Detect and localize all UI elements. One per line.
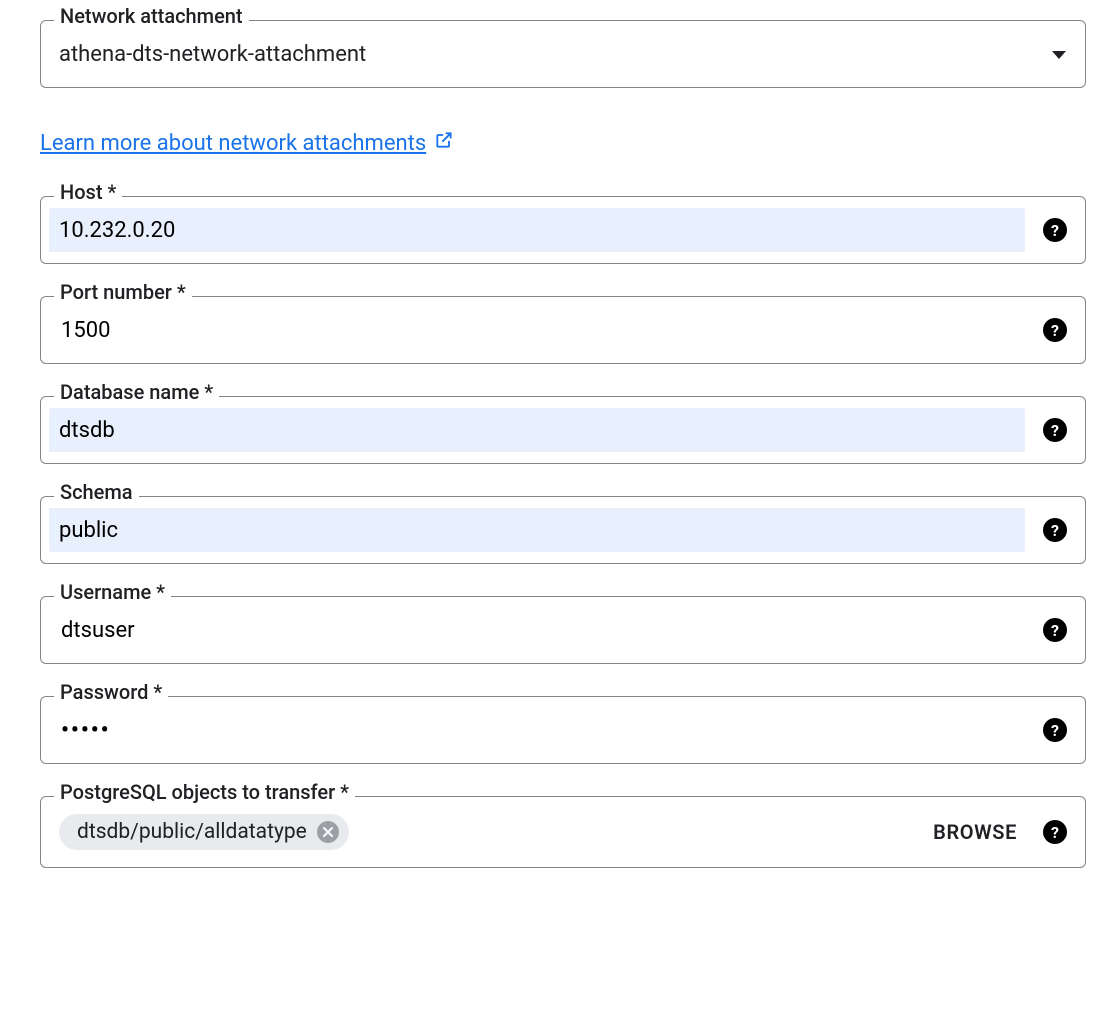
port-label: Port number *	[54, 282, 192, 302]
help-icon[interactable]: ?	[1043, 820, 1067, 844]
help-icon[interactable]: ?	[1043, 718, 1067, 742]
learn-more-text: Learn more about network attachments	[40, 131, 426, 156]
network-attachment-value: athena-dts-network-attachment	[59, 42, 1051, 67]
host-field: Host * ?	[40, 196, 1086, 264]
password-input[interactable]	[59, 717, 1031, 744]
database-input[interactable]	[49, 408, 1025, 452]
password-label: Password *	[54, 682, 168, 702]
network-attachment-select[interactable]: athena-dts-network-attachment	[40, 20, 1086, 88]
host-input[interactable]	[49, 208, 1025, 252]
objects-field: PostgreSQL objects to transfer * dtsdb/p…	[40, 796, 1086, 868]
help-icon[interactable]: ?	[1043, 418, 1067, 442]
password-field: Password * ?	[40, 696, 1086, 764]
schema-label: Schema	[54, 482, 139, 502]
host-label: Host *	[54, 182, 122, 202]
objects-label: PostgreSQL objects to transfer *	[54, 782, 355, 802]
port-input[interactable]	[59, 317, 1031, 344]
schema-input[interactable]	[49, 508, 1025, 552]
database-label: Database name *	[54, 382, 219, 402]
username-input[interactable]	[59, 617, 1031, 644]
schema-field: Schema ?	[40, 496, 1086, 564]
browse-button[interactable]: BROWSE	[933, 820, 1017, 844]
help-icon[interactable]: ?	[1043, 318, 1067, 342]
database-field: Database name * ?	[40, 396, 1086, 464]
help-icon[interactable]: ?	[1043, 218, 1067, 242]
help-icon[interactable]: ?	[1043, 518, 1067, 542]
network-attachment-field: Network attachment athena-dts-network-at…	[40, 20, 1086, 88]
username-label: Username *	[54, 582, 171, 602]
port-field: Port number * ?	[40, 296, 1086, 364]
close-icon[interactable]	[317, 821, 339, 843]
object-chip: dtsdb/public/alldatatype	[59, 814, 349, 850]
username-field: Username * ?	[40, 596, 1086, 664]
learn-more-link[interactable]: Learn more about network attachments	[40, 130, 454, 156]
chevron-down-icon	[1051, 45, 1067, 64]
object-chip-text: dtsdb/public/alldatatype	[77, 820, 307, 844]
external-link-icon	[434, 130, 454, 156]
network-attachment-label: Network attachment	[54, 6, 249, 26]
help-icon[interactable]: ?	[1043, 618, 1067, 642]
